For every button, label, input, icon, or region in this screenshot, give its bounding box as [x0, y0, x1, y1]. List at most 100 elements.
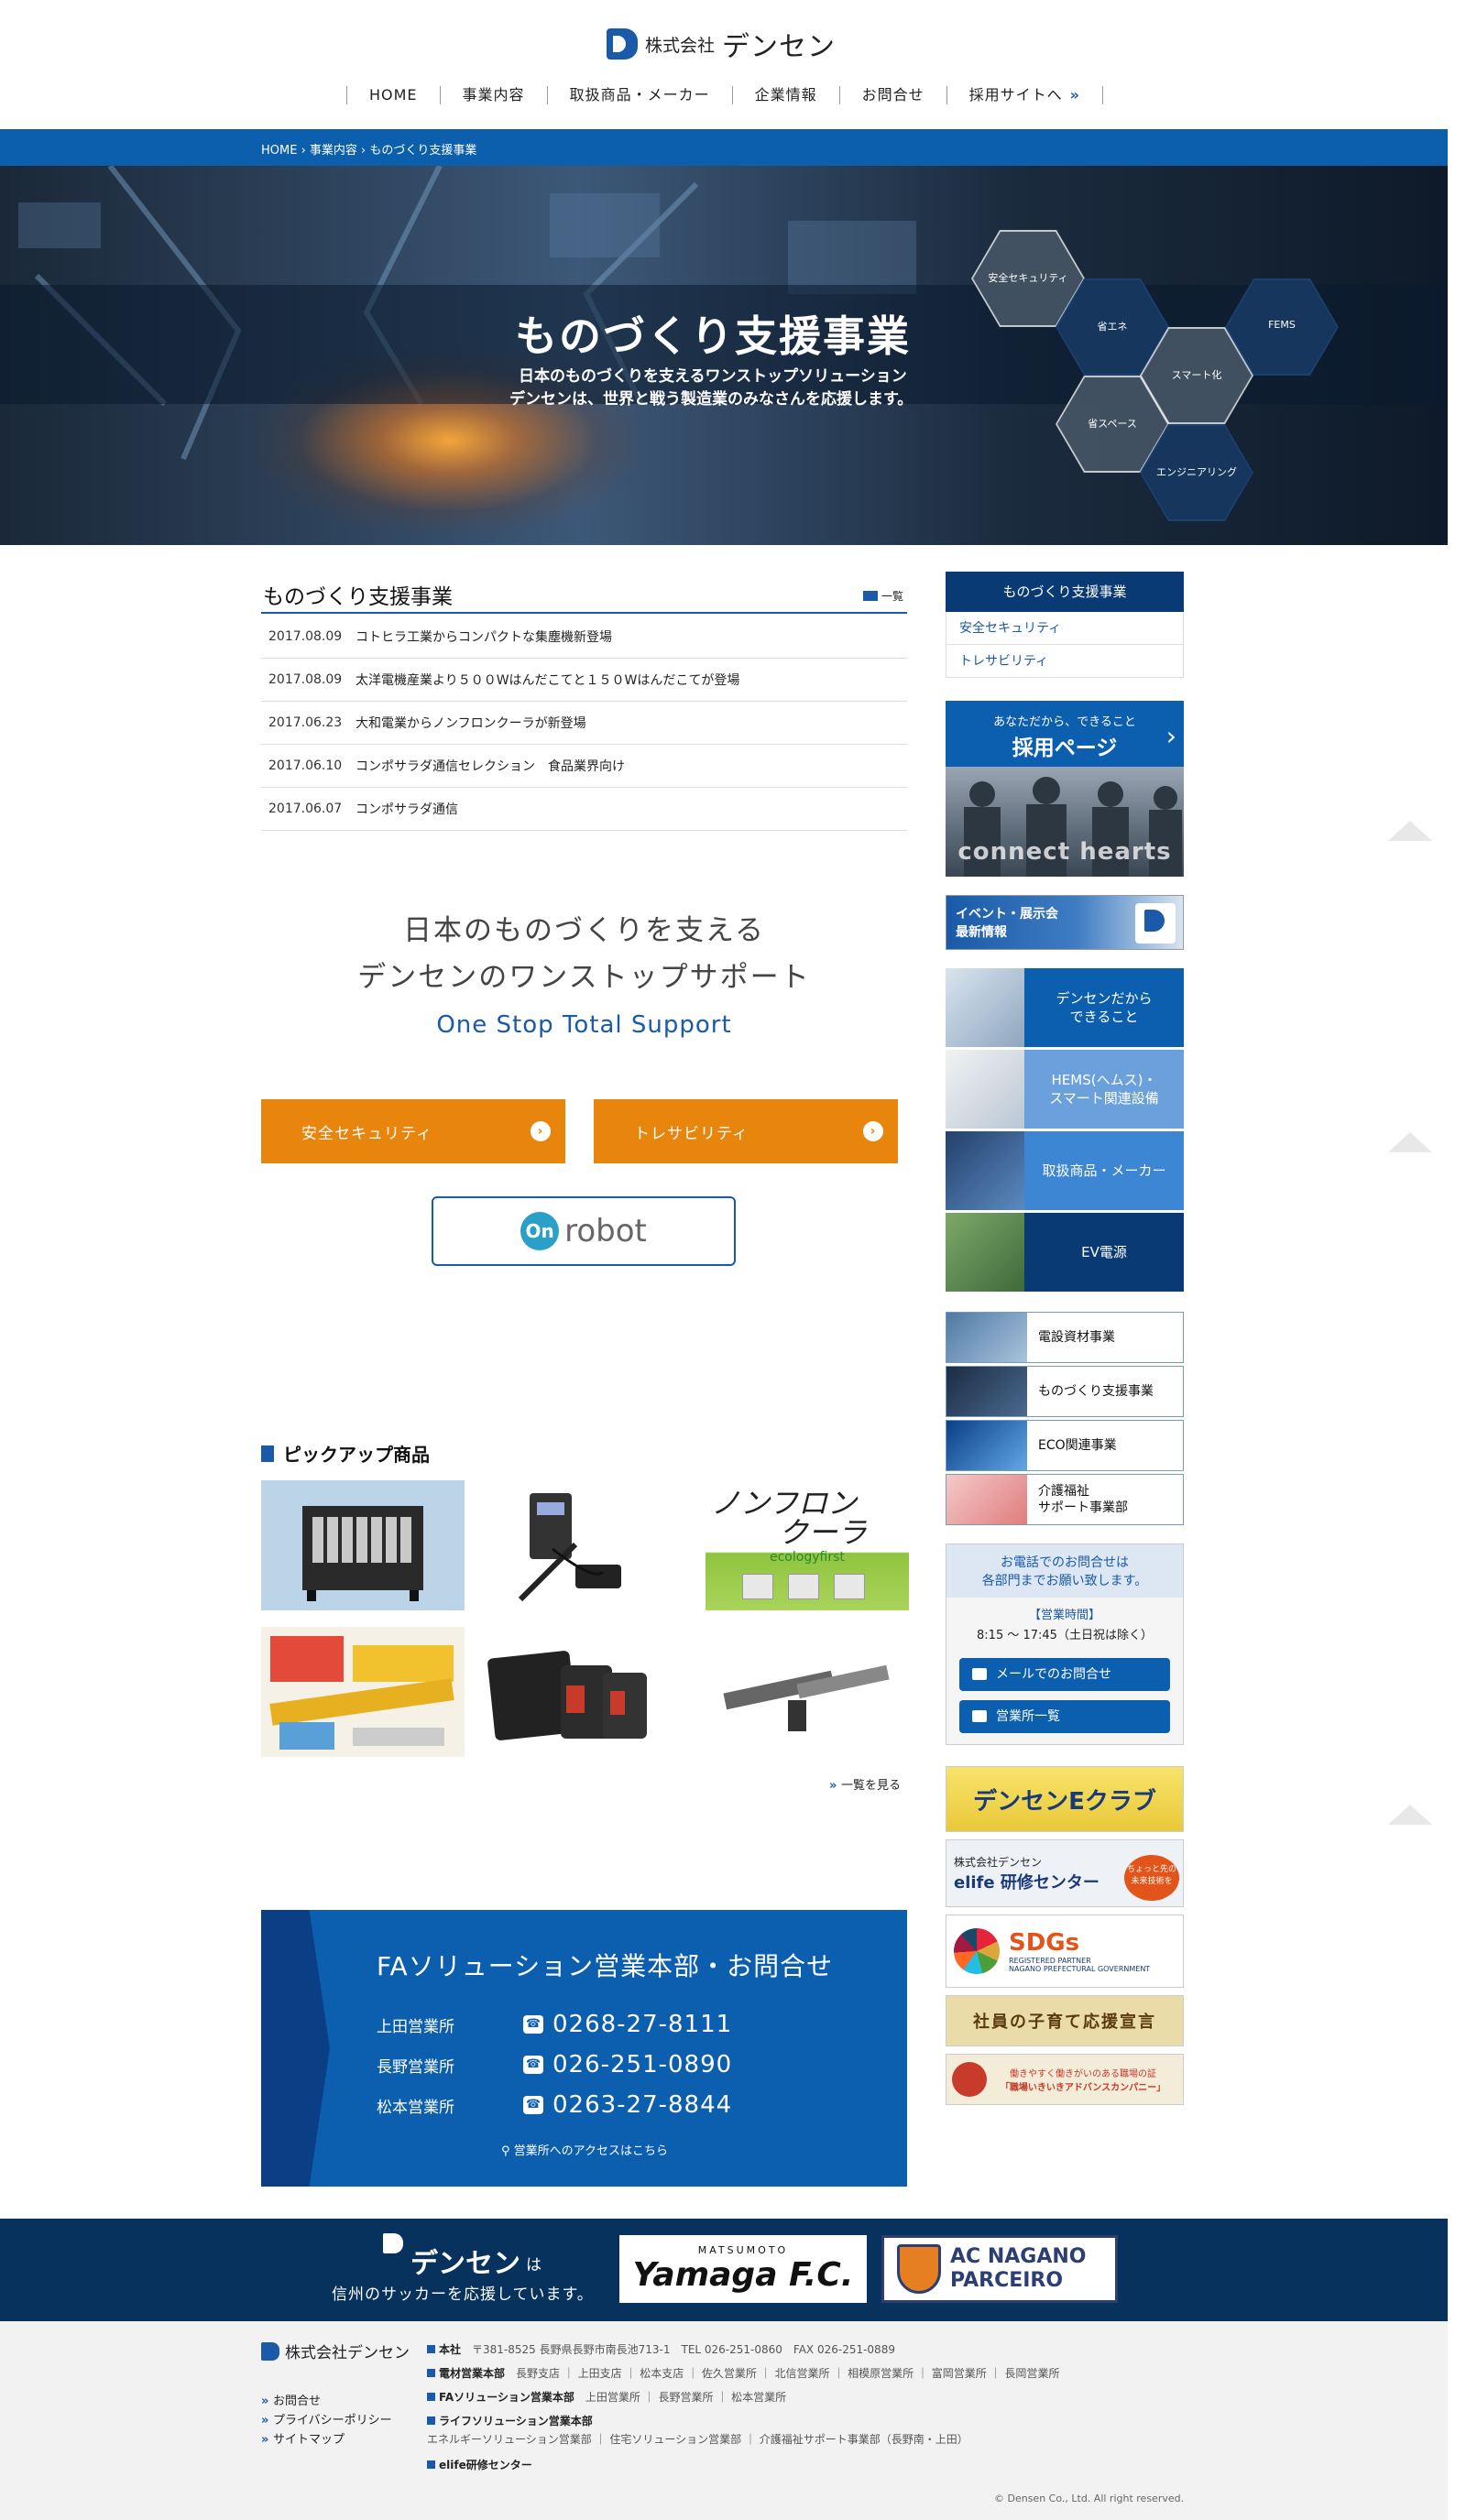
sidebar-small-eco[interactable]: ECO関連事業 [946, 1420, 1184, 1471]
sdgs-sub-1: REGISTERED PARTNER [1009, 1957, 1091, 1965]
hex-label: スマート化 [1171, 369, 1222, 381]
news-item[interactable]: 2017.06.23 大和電業からノンフロンクーラが新登場 [261, 702, 907, 745]
childcare-text: 社員の子育て応援宣言 [973, 2013, 1156, 2032]
mail-contact-button[interactable]: メールでのお問合せ [959, 1658, 1170, 1691]
footer-denzai-label: 電材営業本部 [439, 2367, 506, 2380]
sidebar-small-care[interactable]: 介護福祉 サポート事業部 [946, 1474, 1184, 1525]
back-to-top-icon[interactable] [1388, 817, 1432, 841]
elife-banner[interactable]: 株式会社デンセン elife 研修センター ちょっと先の未来技術を [946, 1839, 1184, 1907]
traceability-button[interactable]: トレサビリティ › [594, 1099, 898, 1163]
news-item[interactable]: 2017.06.10 コンポサラダ通信セレクション 食品業界向け [261, 745, 907, 788]
sidebar-big-products[interactable]: 取扱商品・メーカー [946, 1131, 1184, 1210]
nav-products[interactable]: 取扱商品・メーカー [546, 86, 732, 104]
news-date: 2017.08.09 [268, 629, 343, 644]
mail-contact-label: メールでのお問合せ [996, 1667, 1111, 1682]
news-date: 2017.06.23 [268, 715, 343, 730]
footer-link-privacy[interactable]: » プライバシーポリシー [261, 2410, 392, 2427]
nav-recruit[interactable]: 採用サイトへ » [946, 86, 1103, 104]
parceiro-line-2: PARCEIRO [950, 2269, 1064, 2292]
security-button[interactable]: 安全セキュリティ › [261, 1099, 565, 1163]
sdgs-banner[interactable]: SDGs REGISTERED PARTNER NAGANO PREFECTUR… [946, 1915, 1184, 1988]
footer-logo[interactable]: 株式会社デンセン [261, 2340, 410, 2362]
news-text[interactable]: 太洋電機産業より５００Wはんだこてと１５０Wはんだこてが登場 [356, 671, 739, 689]
pickup-item-sensors[interactable] [706, 1627, 909, 1757]
footer-fa-value[interactable]: 上田営業所 ｜ 長野営業所 ｜ 松本営業所 [585, 2391, 786, 2404]
news-list-link[interactable]: 一覧 [862, 588, 903, 604]
sidebar-big-hems[interactable]: HEMS(ヘムス)・ スマート関連設備 [946, 1050, 1184, 1129]
parceiro-name: AC NAGANO PARCEIRO [950, 2245, 1086, 2293]
office-tel[interactable]: 0268-27-8111 [552, 2011, 732, 2038]
footer-hq: 本社 〒381-8525 長野県長野市南長池713-1 TEL 026-251-… [427, 2341, 895, 2357]
back-to-top-icon[interactable] [1388, 1801, 1432, 1825]
news-header: ものづくり支援事業 一覧 [261, 573, 907, 614]
access-link[interactable]: ⚲ 営業所へのアクセスはこちら [501, 2141, 668, 2158]
news-item[interactable]: 2017.08.09 コトヒラ工業からコンパクトな集塵機新登場 [261, 616, 907, 659]
pickup-more-label: 一覧を見る [840, 1779, 901, 1793]
breadcrumb[interactable]: HOME › 事業内容 › ものづくり支援事業 [261, 140, 476, 158]
news-text[interactable]: コトヒラ工業からコンパクトな集塵機新登場 [356, 627, 612, 646]
back-to-top-icon[interactable] [1388, 1129, 1432, 1152]
nav-business[interactable]: 事業内容 [439, 86, 547, 104]
hex-label: 省エネ [1097, 321, 1128, 333]
footer-elife-label[interactable]: elife研修センター [439, 2459, 532, 2471]
building-photo [946, 1313, 1027, 1362]
footer-hq-value: 〒381-8525 長野県長野市南長池713-1 TEL 026-251-086… [472, 2343, 895, 2356]
map-pin-icon: ⚲ [501, 2144, 514, 2158]
news-text[interactable]: コンポサラダ通信セレクション 食品業界向け [356, 757, 625, 775]
office-list-button[interactable]: 営業所一覧 [959, 1700, 1170, 1733]
keyboard-photo [946, 1131, 1024, 1210]
recruit-photo-caption: connect hearts [957, 838, 1172, 866]
childcare-banner[interactable]: 社員の子育て応援宣言 [946, 1995, 1184, 2046]
nav-contact[interactable]: お問合せ [838, 86, 946, 104]
parceiro-logo[interactable]: AC NAGANO PARCEIRO [881, 2235, 1118, 2303]
double-chevron-right-icon: » [829, 1779, 841, 1793]
sidebar-big-ev[interactable]: EV電源 [946, 1213, 1184, 1292]
sidebar-small-electrical[interactable]: 電設資材事業 [946, 1312, 1184, 1363]
pickup-more-link[interactable]: » 一覧を見る [829, 1775, 901, 1793]
footer-denzai-value[interactable]: 長野支店 ｜ 上田支店 ｜ 松本支店 ｜ 佐久営業所 ｜ 北信営業所 ｜ 相模原… [516, 2367, 1059, 2380]
sidebar-big-strength[interactable]: デンセンだから できること [946, 968, 1184, 1047]
sidebar-big-label: 取扱商品・メーカー [1024, 1131, 1184, 1210]
event-line-2: 最新情報 [956, 925, 1007, 940]
nav-home[interactable]: HOME [346, 86, 440, 104]
advance-line-1: 働きやすく働きがいのある職場の証 [1010, 2069, 1156, 2079]
footer-link-sitemap[interactable]: » サイトマップ [261, 2429, 345, 2447]
care-illustration [946, 1475, 1027, 1524]
elife-title: elife 研修センター [954, 1872, 1100, 1893]
footer-link-contact[interactable]: » お問合せ [261, 2391, 321, 2408]
event-banner[interactable]: イベント・展示会 最新情報 [946, 895, 1184, 950]
sidebar-item-traceability[interactable]: トレサビリティ [946, 645, 1184, 678]
news-text[interactable]: 大和電業からノンフロンクーラが新登場 [356, 714, 586, 732]
pickup-item-soldering-iron[interactable] [465, 1480, 669, 1610]
pickup-item-cases[interactable] [465, 1627, 669, 1757]
onrobot-banner[interactable]: On robot [432, 1196, 736, 1266]
site-logo[interactable]: 株式会社 デンセン [607, 26, 845, 63]
square-bullet-icon [261, 1445, 274, 1462]
breadcrumb-bar: HOME › 事業内容 › ものづくり支援事業 [0, 129, 1448, 166]
sidebar-small-monozukuri[interactable]: ものづくり支援事業 [946, 1366, 1184, 1417]
office-tel[interactable]: 0263-27-8844 [552, 2091, 732, 2119]
tel-head-1: お電話でのお問合せは [1001, 1555, 1129, 1570]
news-item[interactable]: 2017.06.07 コンポサラダ通信 [261, 788, 907, 831]
news-item[interactable]: 2017.08.09 太洋電機産業より５００Wはんだこてと１５０Wはんだこてが登場 [261, 659, 907, 702]
cooler-unit-shape [834, 1574, 865, 1599]
workers-photo [946, 968, 1024, 1047]
envelope-icon [972, 1668, 987, 1680]
advance-company-banner[interactable]: 働きやすく働きがいのある職場の証 「職場いきいきアドバンスカンパニー」 [946, 2054, 1184, 2105]
list-icon [862, 591, 878, 601]
eclub-banner[interactable]: デンセンEクラブ [946, 1766, 1184, 1832]
yamaga-name: Yamaga F.C. [632, 2256, 854, 2294]
pickup-item-dust-collector[interactable] [261, 1480, 465, 1610]
footer-denzai: 電材営業本部 長野支店 ｜ 上田支店 ｜ 松本支店 ｜ 佐久営業所 ｜ 北信営業… [427, 2365, 1059, 2381]
lead-line-1: 日本のものづくりを支える [402, 914, 766, 947]
recruit-banner[interactable]: あなただから、できること 採用ページ › connect hearts [946, 701, 1184, 877]
sidebar-item-security[interactable]: 安全セキュリティ [946, 612, 1184, 645]
pickup-item-floor-marking[interactable] [261, 1627, 465, 1757]
news-text[interactable]: コンポサラダ通信 [356, 800, 458, 818]
pickup-header: ピックアップ商品 [261, 1440, 430, 1467]
pickup-item-nonfreon-cooler[interactable]: ノンフロン クーラ ecologyfirst [706, 1480, 909, 1610]
nav-company[interactable]: 企業情報 [731, 86, 839, 104]
footer-life-items[interactable]: エネルギーソリューション営業部 ｜ 住宅ソリューション営業部 ｜ 介護福祉サポー… [427, 2431, 968, 2447]
office-tel[interactable]: 026-251-0890 [552, 2051, 732, 2078]
yamaga-fc-logo[interactable]: MATSUMOTO Yamaga F.C. [619, 2235, 867, 2303]
